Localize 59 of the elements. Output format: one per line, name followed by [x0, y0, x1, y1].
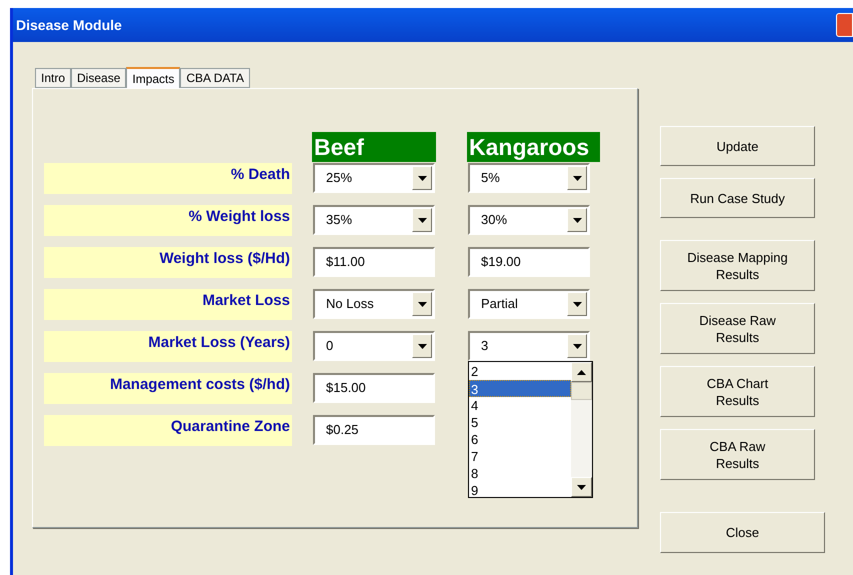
field-label: Weight loss ($/Hd): [44, 247, 292, 278]
input-field[interactable]: $11.00: [313, 247, 435, 277]
dropdown[interactable]: 35%: [313, 205, 435, 235]
input-field[interactable]: $15.00: [313, 373, 435, 403]
scroll-down-button[interactable]: [571, 477, 592, 497]
dropdown-value: 30%: [480, 211, 508, 230]
field-label: Market Loss (Years): [44, 331, 292, 362]
dropdown-value: 35%: [325, 211, 354, 230]
scroll-thumb[interactable]: [571, 382, 592, 400]
close-button[interactable]: [836, 13, 853, 37]
dropdown[interactable]: 25%: [313, 163, 435, 193]
action-button[interactable]: Update: [660, 126, 815, 166]
dropdown[interactable]: Partial: [468, 289, 590, 319]
tab[interactable]: Intro: [35, 68, 72, 88]
field-label: Quarantine Zone: [44, 415, 292, 446]
action-button[interactable]: Disease Mapping Results: [660, 240, 815, 291]
action-button[interactable]: CBA Raw Results: [660, 429, 815, 480]
field-value: $0.25: [325, 421, 360, 440]
list-option[interactable]: 8: [469, 465, 571, 482]
tab[interactable]: Disease: [71, 68, 126, 88]
dropdown[interactable]: 0: [313, 331, 435, 361]
dropdown-value: 25%: [325, 169, 354, 188]
input-field[interactable]: $19.00: [468, 247, 590, 277]
list-option[interactable]: 6: [469, 431, 571, 448]
tab[interactable]: Impacts: [126, 67, 180, 89]
list-option[interactable]: 4: [469, 397, 571, 414]
dropdown[interactable]: 30%: [468, 205, 590, 235]
field-label: Management costs ($/hd): [44, 373, 292, 404]
field-label: % Weight loss: [44, 205, 292, 236]
field-value: $19.00: [480, 253, 522, 272]
input-field[interactable]: $0.25: [313, 415, 435, 445]
dropdown-value: 0: [325, 337, 334, 356]
close-button[interactable]: Close: [660, 512, 825, 553]
column-header: Beef: [312, 132, 436, 162]
field-value: $11.00: [325, 253, 366, 272]
window-title: Disease Module: [16, 16, 122, 34]
dropdown[interactable]: No Loss: [313, 289, 435, 319]
scrollbar[interactable]: [571, 362, 592, 497]
dropdown[interactable]: 5%: [468, 163, 590, 193]
action-button[interactable]: Run Case Study: [660, 178, 815, 218]
tab[interactable]: CBA DATA: [180, 68, 250, 88]
list-option[interactable]: 3: [469, 380, 571, 397]
column-header: Kangaroos: [467, 132, 600, 162]
field-value: $15.00: [325, 379, 367, 398]
dropdown-value: No Loss: [325, 295, 375, 314]
dropdown-value: 5%: [480, 169, 501, 188]
down-arrow-icon: [577, 484, 586, 490]
list-option[interactable]: 9: [469, 482, 571, 499]
list-option[interactable]: 7: [469, 448, 571, 465]
scroll-up-button[interactable]: [571, 362, 592, 382]
field-label: % Death: [44, 163, 292, 194]
action-button[interactable]: CBA Chart Results: [660, 366, 815, 417]
dropdown-value: Partial: [480, 295, 519, 314]
dropdown-value: 3: [480, 337, 490, 356]
field-label: Market Loss: [44, 289, 292, 320]
action-button[interactable]: Disease Raw Results: [660, 303, 815, 354]
up-arrow-icon: [577, 370, 586, 374]
list-option[interactable]: 2: [469, 363, 571, 380]
list-option[interactable]: 5: [469, 414, 571, 431]
